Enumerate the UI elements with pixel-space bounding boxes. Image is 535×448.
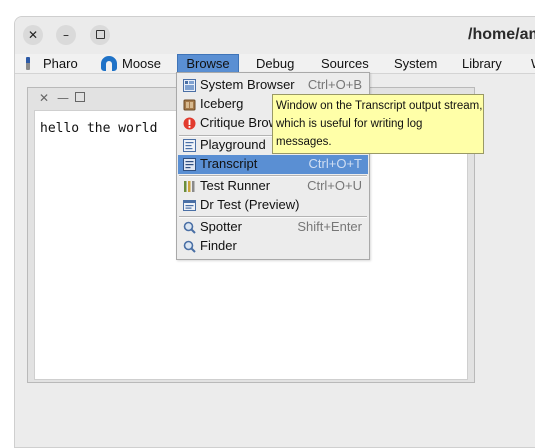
window-titlebar: ✕ – /home/am: [15, 17, 535, 54]
menu-pharo[interactable]: Pharo: [23, 54, 83, 73]
minimize-icon: —: [57, 91, 69, 105]
transcript-minimize-button[interactable]: —: [57, 91, 69, 105]
menu-item-spotter[interactable]: Spotter Shift+Enter: [178, 218, 368, 237]
menu-browse[interactable]: Browse: [177, 54, 239, 73]
transcript-close-button[interactable]: ✕: [39, 91, 49, 105]
spotter-icon: [183, 221, 196, 234]
tooltip-line: Window on the Transcript output stream,: [276, 100, 483, 112]
test-runner-icon: [184, 181, 195, 192]
iceberg-icon: [183, 99, 196, 111]
menu-item-finder[interactable]: Finder: [178, 237, 368, 256]
menu-moose[interactable]: Moose: [99, 54, 169, 73]
close-window-button[interactable]: ✕: [23, 25, 43, 45]
finder-icon: [183, 240, 196, 253]
menu-separator: [179, 175, 367, 177]
transcript-tooltip: Window on the Transcript output stream, …: [272, 94, 484, 154]
menu-item-test-runner[interactable]: Test Runner Ctrl+O+U: [178, 177, 368, 196]
menu-window[interactable]: W: [531, 54, 535, 73]
tooltip-line: which is useful for writing log: [276, 118, 423, 130]
maximize-icon: [75, 92, 85, 102]
pharo-logo-icon: [26, 57, 30, 70]
tooltip-line: messages.: [276, 136, 332, 148]
menu-debug[interactable]: Debug: [256, 54, 294, 73]
transcript-icon: [183, 158, 196, 171]
menu-library[interactable]: Library: [462, 54, 502, 73]
pharo-menubar: Pharo Moose Browse Debug Sources System …: [15, 54, 535, 74]
close-icon: ✕: [39, 91, 50, 105]
moose-logo-icon: [101, 56, 117, 71]
menu-system[interactable]: System: [394, 54, 437, 73]
close-icon: ✕: [27, 28, 39, 42]
menu-sources[interactable]: Sources: [321, 54, 369, 73]
minimize-icon: –: [63, 28, 69, 42]
minimize-window-button[interactable]: –: [56, 25, 76, 45]
menu-item-dr-test[interactable]: Dr Test (Preview): [178, 196, 368, 215]
dr-test-icon: [183, 200, 196, 211]
menu-item-system-browser[interactable]: System Browser Ctrl+O+B: [178, 76, 368, 95]
playground-icon: [183, 139, 196, 152]
critique-icon: [183, 117, 196, 130]
system-browser-icon: [183, 79, 196, 92]
maximize-icon: [95, 30, 105, 39]
transcript-output: hello the world: [40, 121, 158, 136]
window-title: /home/am: [468, 26, 535, 43]
maximize-window-button[interactable]: [90, 25, 110, 45]
menu-item-transcript[interactable]: Transcript Ctrl+O+T: [178, 155, 368, 174]
transcript-maximize-button[interactable]: [75, 91, 85, 105]
menu-separator: [179, 216, 367, 218]
